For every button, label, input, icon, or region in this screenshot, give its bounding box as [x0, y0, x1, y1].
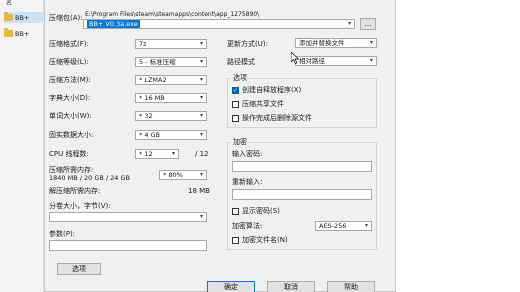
create-sfx-label: 创建自释放程序(X) — [242, 86, 302, 94]
dictionary-select[interactable]: * 16 MB ▾ — [135, 93, 207, 103]
browse-button[interactable]: ... — [360, 18, 376, 30]
word-size-select[interactable]: * 32 ▾ — [135, 111, 207, 121]
encrypt-names-checkbox[interactable] — [232, 237, 239, 244]
chevron-down-icon: ▾ — [171, 150, 175, 157]
archive-name-combobox[interactable]: BB+ V0.3a.exe ▾ — [83, 19, 355, 29]
cpu-threads-select[interactable]: * 12 ▾ — [135, 149, 179, 159]
explorer-folder-label: BB+ — [15, 29, 30, 38]
encryption-group-title: 加密 — [231, 138, 249, 147]
method-label: 压缩方法(M): — [49, 76, 91, 84]
memory-usage-select[interactable]: * 80% ▾ — [159, 170, 207, 180]
level-select[interactable]: 5 - 标准压缩 ▾ — [135, 57, 207, 67]
chevron-down-icon: ▾ — [199, 171, 203, 178]
parameters-label: 参数(P): — [49, 230, 76, 238]
help-button[interactable]: 帮助 — [327, 281, 375, 292]
archive-path: E:\Program Files\steam\steamapps\content… — [85, 11, 260, 18]
level-label: 压缩等级(L): — [49, 58, 89, 66]
memory-decompress-label: 解压缩所需内存: — [49, 187, 101, 195]
method-select[interactable]: * LZMA2 ▾ — [135, 75, 207, 85]
explorer-folder-item[interactable]: BB+ — [4, 12, 44, 23]
method-value: * LZMA2 — [139, 76, 167, 84]
format-label: 压缩格式(F): — [49, 40, 89, 48]
parameters-input[interactable] — [49, 240, 207, 251]
archive-label: 压缩包(A): — [49, 14, 83, 22]
dictionary-label: 字典大小(D): — [49, 94, 91, 102]
split-volume-combobox[interactable]: ▾ — [49, 212, 207, 222]
archive-name-value: BB+ V0.3a.exe — [87, 20, 140, 28]
chevron-down-icon: ▾ — [199, 58, 203, 65]
password-input[interactable] — [232, 161, 372, 172]
explorer-sidebar: 名 BB+ BB+ — [0, 0, 44, 292]
add-to-archive-dialog: 压缩包(A): E:\Program Files\steam\steamapps… — [44, 0, 396, 292]
path-mode-label: 路径模式 — [227, 58, 255, 66]
compress-shared-label: 压缩共享文件 — [242, 100, 284, 108]
solid-block-value: * 4 GB — [139, 131, 161, 139]
encryption-method-select[interactable]: AES-256 ▾ — [315, 221, 372, 231]
options-group-title: 选项 — [231, 74, 249, 83]
password-label: 输入密码: — [232, 150, 263, 158]
word-size-value: * 32 — [139, 112, 153, 120]
cpu-threads-total: / 12 — [195, 150, 209, 158]
explorer-folder-label: BB+ — [15, 13, 30, 22]
reenter-password-input[interactable] — [232, 189, 372, 200]
show-password-checkbox[interactable] — [232, 208, 239, 215]
path-mode-select[interactable]: 相对路径 ▾ — [295, 56, 377, 66]
split-volume-label: 分卷大小，字节(V): — [49, 202, 111, 210]
chevron-down-icon: ▾ — [347, 20, 351, 27]
level-value: 5 - 标准压缩 — [139, 58, 176, 66]
compress-shared-checkbox[interactable] — [232, 101, 239, 108]
memory-decompress-value: 18 MB — [188, 187, 210, 195]
cancel-button[interactable]: 取消 — [267, 281, 315, 292]
encrypt-names-label: 加密文件名(N) — [242, 236, 288, 244]
create-sfx-checkbox[interactable] — [232, 87, 239, 94]
mouse-cursor-icon — [290, 51, 300, 64]
delete-after-checkbox[interactable] — [232, 115, 239, 122]
delete-after-label: 操作完成后删除源文件 — [242, 114, 312, 122]
explorer-column-header: 名 — [6, 0, 13, 7]
chevron-down-icon: ▾ — [199, 76, 203, 83]
chevron-down-icon: ▾ — [199, 213, 203, 220]
chevron-down-icon: ▾ — [199, 94, 203, 101]
memory-usage-value: * 80% — [163, 171, 183, 179]
chevron-down-icon: ▾ — [364, 222, 368, 229]
reenter-password-label: 重新输入: — [232, 178, 263, 186]
explorer-folder-item[interactable]: BB+ — [4, 28, 44, 39]
format-select[interactable]: 7z ▾ — [135, 39, 207, 49]
solid-block-label: 固实数据大小: — [49, 131, 94, 139]
show-password-label: 显示密码(S) — [242, 207, 280, 215]
cpu-threads-label: CPU 线程数: — [49, 150, 89, 158]
chevron-down-icon: ▾ — [199, 112, 203, 119]
path-mode-value: 相对路径 — [299, 57, 325, 65]
options-button[interactable]: 选项 — [57, 263, 101, 275]
encryption-method-value: AES-256 — [319, 222, 347, 230]
dictionary-value: * 16 MB — [139, 94, 165, 102]
update-mode-select[interactable]: 添加并替换文件 ▾ — [295, 38, 377, 48]
cpu-threads-value: * 12 — [139, 150, 153, 158]
folder-icon — [4, 12, 13, 21]
chevron-down-icon: ▾ — [199, 40, 203, 47]
word-size-label: 单词大小(W): — [49, 112, 92, 120]
update-mode-label: 更新方式(U): — [227, 40, 268, 48]
chevron-down-icon: ▾ — [199, 131, 203, 138]
solid-block-select[interactable]: * 4 GB ▾ — [135, 130, 207, 140]
update-mode-value: 添加并替换文件 — [299, 39, 345, 47]
chevron-down-icon: ▾ — [369, 57, 373, 64]
chevron-down-icon: ▾ — [369, 39, 373, 46]
folder-icon — [4, 28, 13, 37]
ok-button[interactable]: 确定 — [207, 281, 255, 292]
memory-compress-detail: 1840 MB / 20 GB / 24 GB — [49, 174, 130, 182]
format-value: 7z — [139, 40, 147, 48]
encryption-method-label: 加密算法: — [232, 222, 263, 230]
